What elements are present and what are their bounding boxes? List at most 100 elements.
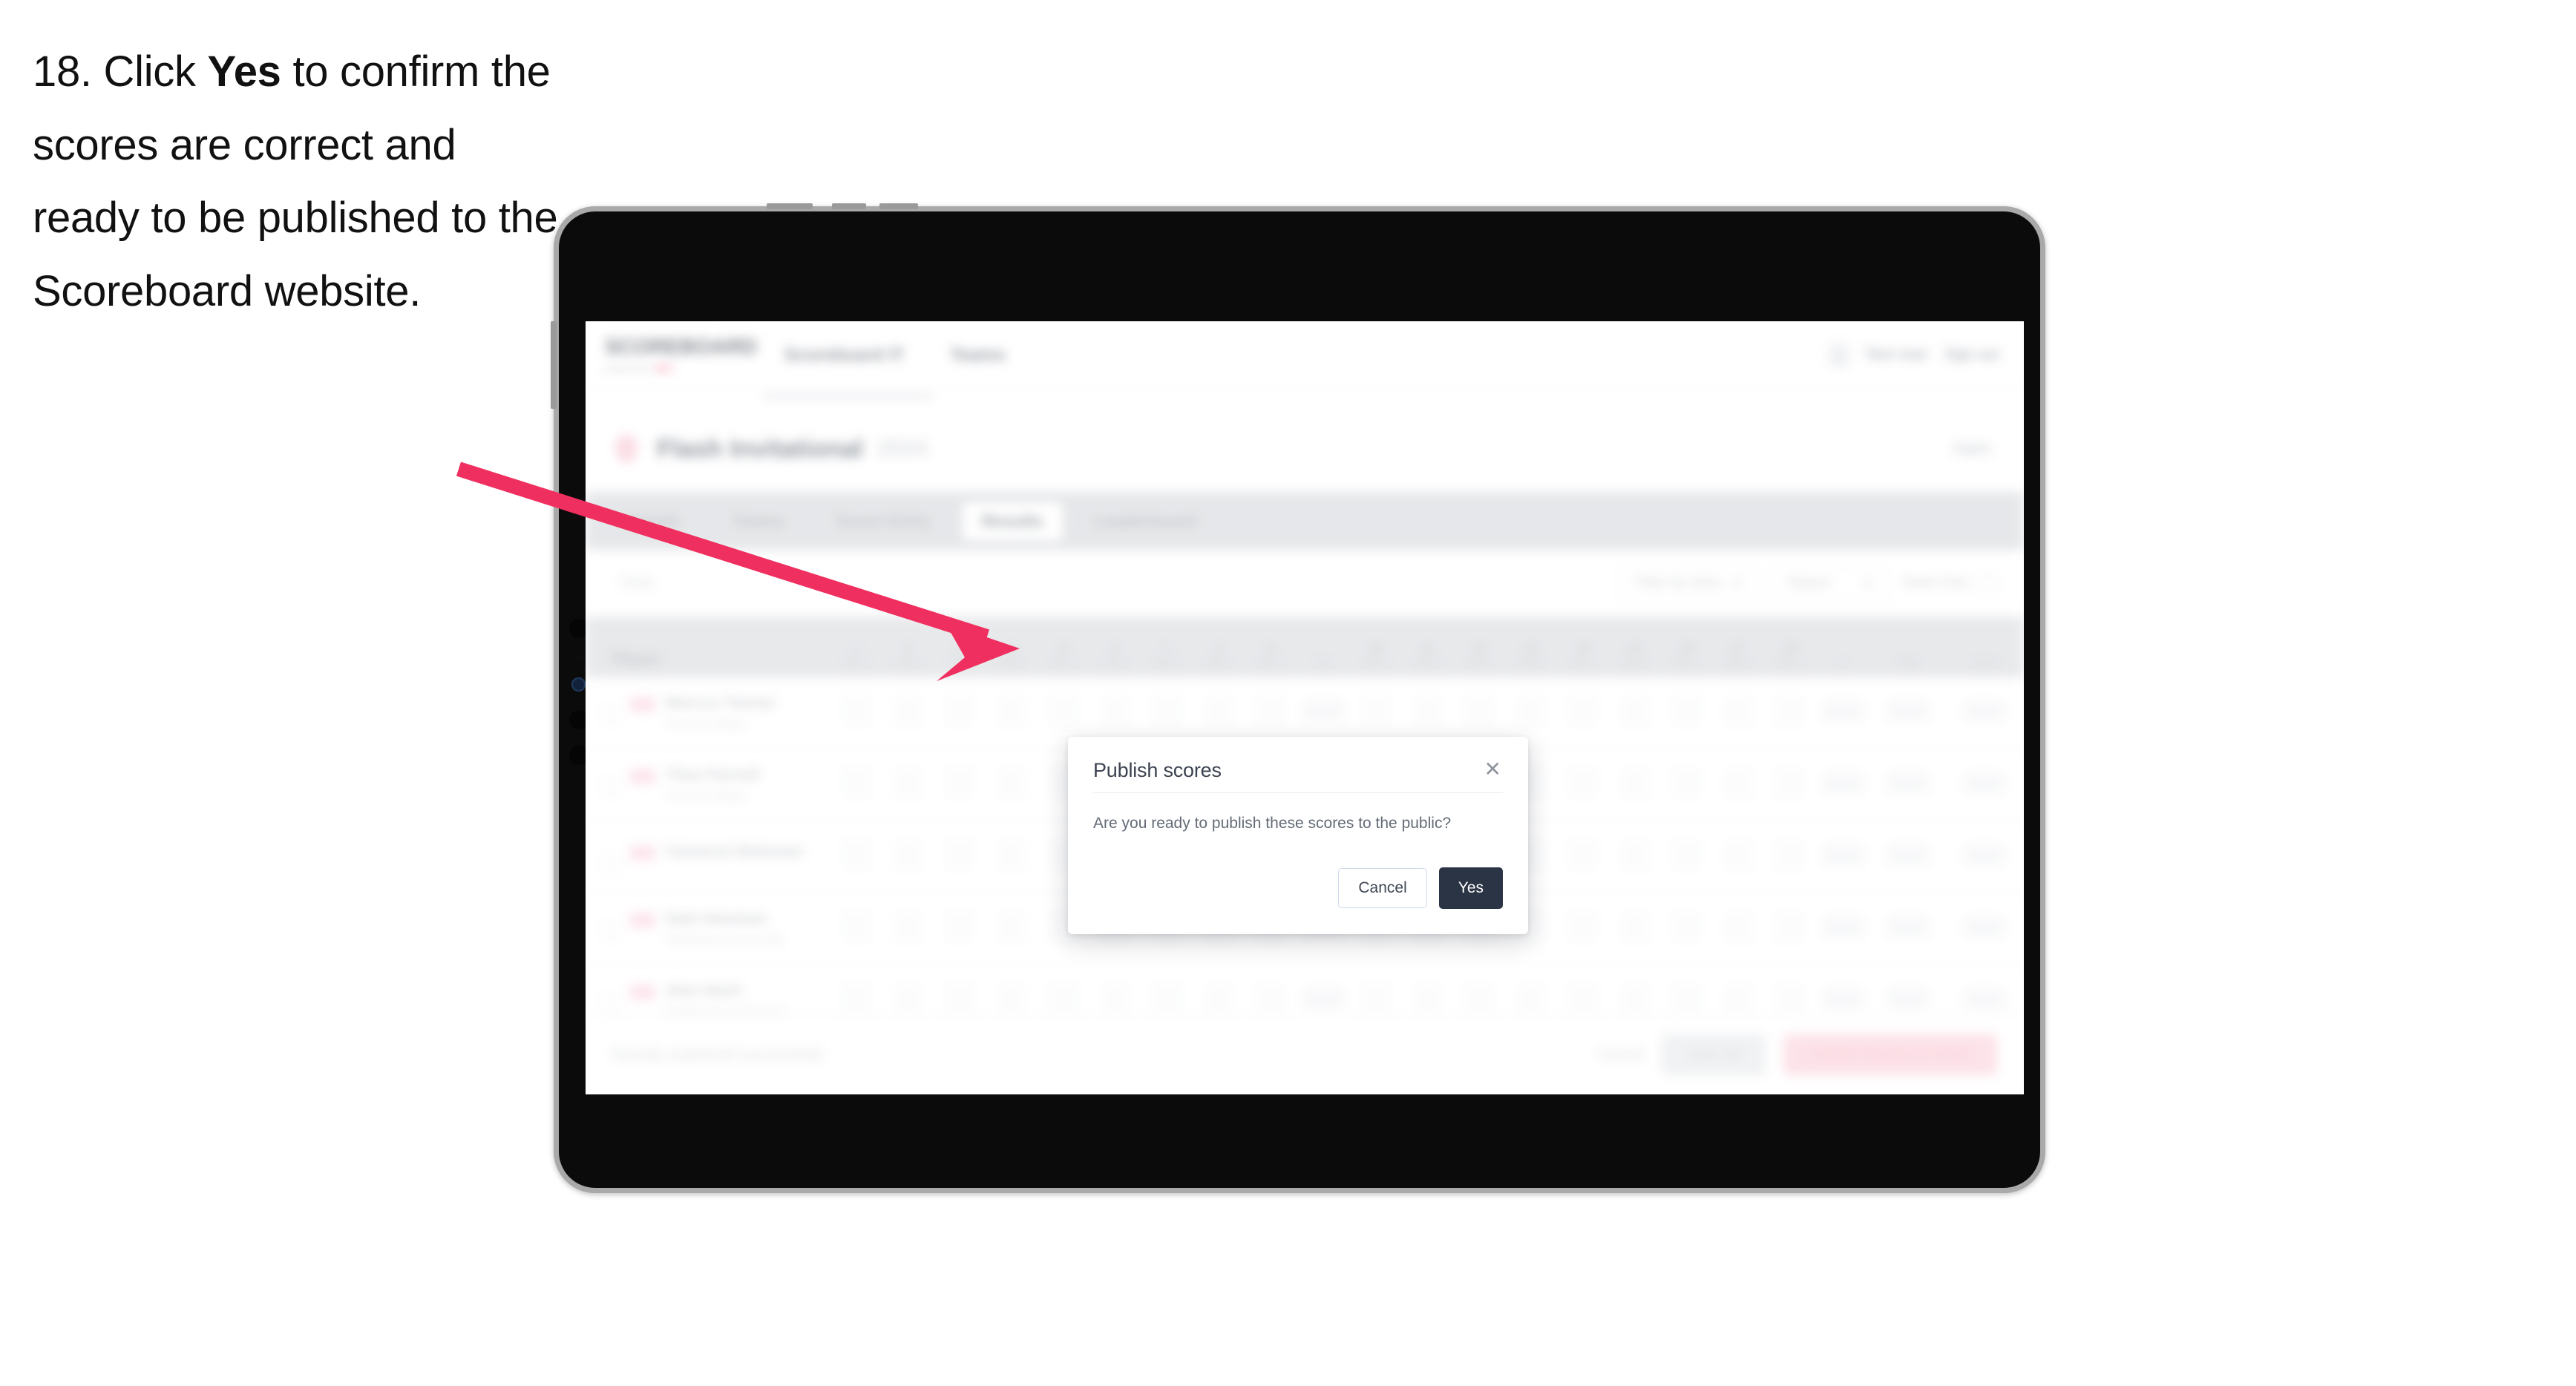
score-cell[interactable] xyxy=(1713,769,1765,801)
avatar[interactable] xyxy=(1829,344,1849,367)
score-cell[interactable] xyxy=(1764,769,1816,801)
app-logo[interactable]: SCOREBOARD powered by RST xyxy=(605,336,757,374)
score-cell[interactable] xyxy=(1609,841,1661,873)
tab-score-entry[interactable]: Score Entry xyxy=(816,502,951,540)
sign-out-link[interactable]: Sign out xyxy=(1944,346,1999,364)
score-cell[interactable] xyxy=(1713,697,1765,729)
score-cell[interactable] xyxy=(830,985,882,1017)
score-cell[interactable] xyxy=(1609,913,1661,945)
save-all-button[interactable]: Save All xyxy=(1661,1034,1766,1075)
score-cell[interactable] xyxy=(1713,913,1765,945)
score-cell[interactable] xyxy=(986,985,1038,1017)
score-cell[interactable] xyxy=(882,841,934,873)
score-cell[interactable] xyxy=(1557,985,1609,1017)
tab-leaderboard[interactable]: Leaderboard xyxy=(1075,502,1216,540)
score-cell[interactable] xyxy=(1661,985,1713,1017)
score-cell[interactable] xyxy=(934,913,986,945)
publish-results-button[interactable]: Publish Results to Public xyxy=(1783,1034,1997,1075)
score-cell[interactable] xyxy=(1454,697,1506,729)
cancel-button[interactable]: Cancel xyxy=(1338,868,1427,909)
score-cell[interactable] xyxy=(1764,841,1816,873)
score-cell[interactable] xyxy=(1402,985,1454,1017)
score-cell[interactable] xyxy=(1141,697,1193,729)
score-cell[interactable] xyxy=(986,769,1038,801)
score-cell[interactable] xyxy=(934,841,986,873)
score-cell[interactable] xyxy=(1609,697,1661,729)
score-cell[interactable] xyxy=(1402,697,1454,729)
row-checkbox[interactable] xyxy=(602,778,620,797)
score-cell[interactable] xyxy=(1557,913,1609,945)
search-input[interactable]: Find xyxy=(621,574,652,592)
score-cell[interactable] xyxy=(1245,985,1297,1017)
score-cell[interactable] xyxy=(1713,985,1765,1017)
account-label[interactable]: Test User xyxy=(1865,346,1927,364)
column-header-hole-18: 18 Par 5 xyxy=(1778,643,1802,668)
score-cell[interactable] xyxy=(1557,769,1609,801)
score-cell[interactable] xyxy=(882,985,934,1017)
tab-results[interactable]: Results xyxy=(962,502,1063,540)
score-cell[interactable] xyxy=(1661,913,1713,945)
tab-teams[interactable]: Teams xyxy=(712,502,804,540)
score-cell[interactable] xyxy=(1557,841,1609,873)
score-cell[interactable] xyxy=(934,697,986,729)
score-cell[interactable] xyxy=(830,697,882,729)
score-cell[interactable] xyxy=(882,769,934,801)
score-cell[interactable] xyxy=(1350,697,1402,729)
tab-details[interactable]: Details xyxy=(606,502,701,540)
breadcrumb-bar xyxy=(762,393,933,401)
score-cell[interactable] xyxy=(1505,697,1557,729)
score-cell[interactable] xyxy=(1454,985,1506,1017)
score-cell[interactable] xyxy=(934,769,986,801)
score-cell[interactable] xyxy=(830,841,882,873)
volume-up-button[interactable] xyxy=(832,203,866,209)
score-cell[interactable] xyxy=(1038,985,1089,1017)
row-checkbox[interactable] xyxy=(602,922,620,941)
score-cell[interactable] xyxy=(1038,697,1089,729)
side-button[interactable] xyxy=(551,321,557,409)
score-cell[interactable] xyxy=(1193,697,1245,729)
row-checkbox[interactable] xyxy=(602,994,620,1013)
cancel-link[interactable]: Cancel xyxy=(1597,1046,1643,1063)
score-cell[interactable] xyxy=(1245,697,1297,729)
score-cell[interactable] xyxy=(1661,841,1713,873)
score-cell[interactable] xyxy=(1089,985,1141,1017)
column-header-hole-10: 10 Par 4 xyxy=(1364,643,1388,668)
volume-down-button[interactable] xyxy=(879,203,918,209)
score-cell[interactable] xyxy=(986,841,1038,873)
score-cell[interactable] xyxy=(1764,913,1816,945)
score-cell[interactable] xyxy=(986,913,1038,945)
score-cell[interactable] xyxy=(1764,697,1816,729)
filter-report-dropdown[interactable]: Report ▾ xyxy=(1772,565,1887,602)
score-cell[interactable] xyxy=(1661,697,1713,729)
score-cell[interactable] xyxy=(1609,769,1661,801)
rank-only-toggle[interactable]: Rank Only xyxy=(1903,574,1999,593)
nav-item-teams[interactable]: Teams xyxy=(950,345,1005,366)
chevron-down-icon: ▾ xyxy=(1733,575,1741,591)
score-cell[interactable] xyxy=(1193,985,1245,1017)
row-checkbox[interactable] xyxy=(602,706,620,725)
score-cell[interactable] xyxy=(882,697,934,729)
yes-button[interactable]: Yes xyxy=(1438,867,1503,910)
row-checkbox[interactable] xyxy=(602,855,620,873)
score-cell[interactable] xyxy=(1661,769,1713,801)
nav-item-scoreboard-it[interactable]: Scoreboard IT xyxy=(784,345,904,366)
score-cell[interactable] xyxy=(1713,841,1765,873)
score-cell[interactable] xyxy=(1557,697,1609,729)
score-cell[interactable] xyxy=(830,769,882,801)
score-cell[interactable] xyxy=(882,913,934,945)
score-cell[interactable] xyxy=(1609,985,1661,1017)
score-cell[interactable] xyxy=(1141,985,1193,1017)
score-cell[interactable] xyxy=(1350,985,1402,1017)
score-cell[interactable] xyxy=(986,697,1038,729)
toggle-icon[interactable] xyxy=(1979,574,1999,593)
filter-class-dropdown[interactable]: Filter by class ▾ xyxy=(1619,565,1757,602)
column-header-hole-12: 12 Par 4 xyxy=(1467,643,1492,668)
score-cell[interactable] xyxy=(830,913,882,945)
score-cell[interactable] xyxy=(1089,697,1141,729)
close-icon[interactable]: ✕ xyxy=(1483,759,1503,780)
score-cell[interactable] xyxy=(1764,985,1816,1017)
player-name: Alan Nash xyxy=(666,982,742,1000)
score-cell[interactable] xyxy=(1505,985,1557,1017)
score-cell[interactable] xyxy=(934,985,986,1017)
power-button[interactable] xyxy=(767,203,813,209)
